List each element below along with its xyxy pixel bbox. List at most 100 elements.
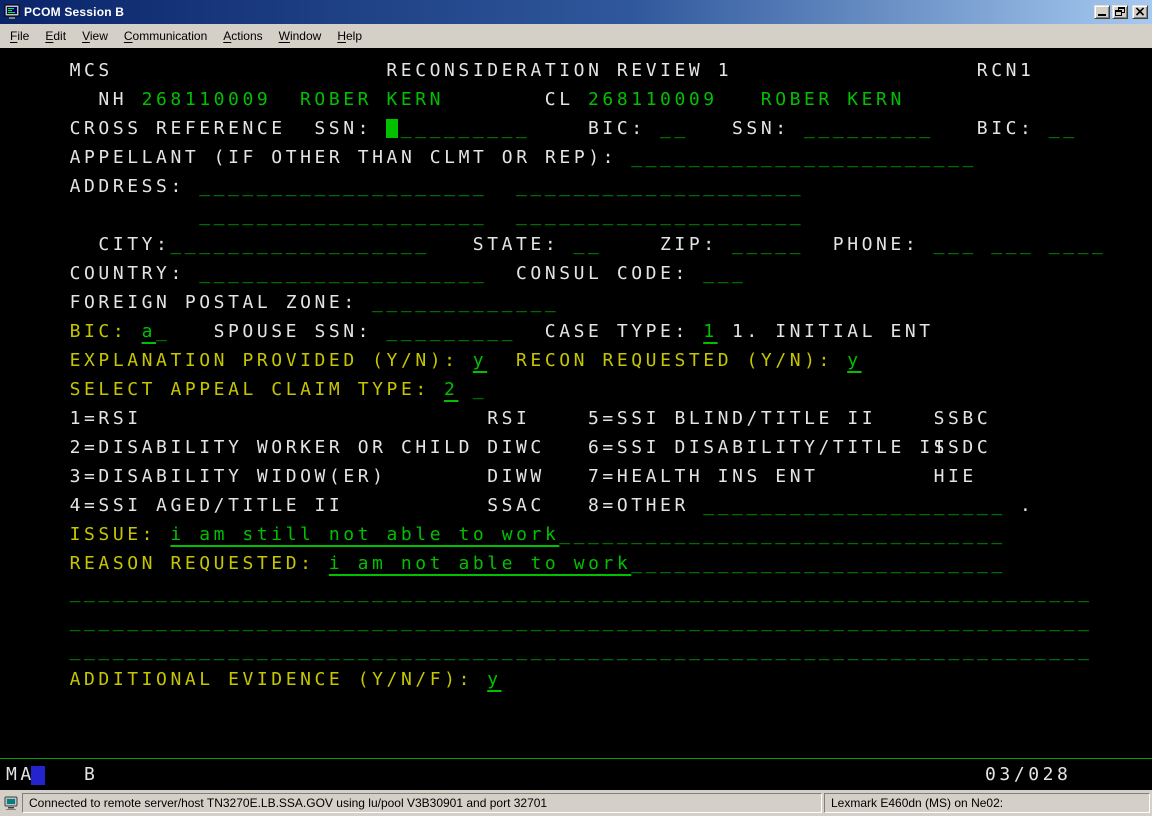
label-state: STATE: bbox=[473, 230, 559, 259]
label-address: ADDRESS: bbox=[70, 172, 185, 201]
code-hie: HIE bbox=[934, 462, 977, 491]
field-address-line1a[interactable]: ____________________ bbox=[199, 172, 487, 201]
field-explanation-provided[interactable]: y bbox=[473, 346, 487, 375]
field-appeal-claim-type-2[interactable]: _ bbox=[473, 375, 487, 404]
field-reason-line2[interactable]: ________________________________________… bbox=[70, 578, 1093, 607]
option-8-other: 8=OTHER bbox=[588, 491, 689, 520]
field-reason-line4[interactable]: ________________________________________… bbox=[70, 636, 1093, 665]
field-appellant[interactable]: ________________________ bbox=[631, 143, 977, 172]
option-6-ssi-disability: 6=SSI DISABILITY/TITLE II bbox=[588, 433, 948, 462]
field-xref-bic-2[interactable]: __ bbox=[1049, 114, 1078, 143]
minimize-button[interactable] bbox=[1094, 5, 1110, 19]
field-phone-number[interactable]: ____ bbox=[1049, 230, 1107, 259]
field-other[interactable]: _____________________ bbox=[703, 491, 1006, 520]
field-foreign-postal-zone[interactable]: _____________ bbox=[372, 288, 559, 317]
label-country: COUNTRY: bbox=[70, 259, 185, 288]
field-address-line2b[interactable]: ____________________ bbox=[516, 201, 804, 230]
printer-status-text: Lexmark E460dn (MS) on Ne02: bbox=[831, 796, 1003, 810]
code-ssbc: SSBC bbox=[934, 404, 992, 433]
field-address-line2a[interactable]: ____________________ bbox=[199, 201, 487, 230]
field-appeal-claim-type[interactable]: 2 bbox=[444, 375, 458, 404]
window-controls: × bbox=[1094, 5, 1148, 19]
field-issue-value[interactable]: i am still not able to work bbox=[170, 520, 559, 549]
code-ssdc: SSDC bbox=[934, 433, 992, 462]
field-reason-value[interactable]: i am not able to work bbox=[329, 549, 632, 578]
close-icon: × bbox=[1134, 6, 1146, 18]
field-zip[interactable]: _____ bbox=[732, 230, 804, 259]
field-xref-ssn-1[interactable]: _________ bbox=[401, 114, 531, 143]
label-case-type: CASE TYPE: bbox=[545, 317, 689, 346]
option-3-disability-widow: 3=DISABILITY WIDOW(ER) bbox=[70, 462, 387, 491]
option-2-disability-worker: 2=DISABILITY WORKER OR CHILD bbox=[70, 433, 473, 462]
field-state[interactable]: __ bbox=[574, 230, 603, 259]
field-xref-bic-1[interactable]: __ bbox=[660, 114, 689, 143]
menu-item-view[interactable]: View bbox=[74, 25, 116, 47]
label-cross-reference: CROSS REFERENCE bbox=[70, 114, 286, 143]
printer-status-panel: Lexmark E460dn (MS) on Ne02: bbox=[824, 793, 1150, 813]
menu-bar: FileEditViewCommunicationActionsWindowHe… bbox=[0, 24, 1152, 48]
field-phone-area[interactable]: ___ bbox=[934, 230, 977, 259]
oia-separator bbox=[0, 758, 1152, 759]
menu-item-edit[interactable]: Edit bbox=[37, 25, 74, 47]
screen-code: RCN1 bbox=[977, 56, 1035, 85]
label-xref-bic-1: BIC: bbox=[588, 114, 646, 143]
menu-item-file[interactable]: File bbox=[2, 25, 37, 47]
label-explanation-provided: EXPLANATION PROVIDED (Y/N): bbox=[70, 346, 459, 375]
label-xref-ssn-2: SSN: bbox=[732, 114, 790, 143]
label-recon-requested: RECON REQUESTED (Y/N): bbox=[516, 346, 833, 375]
connection-status-icon bbox=[2, 793, 20, 813]
field-issue-rest[interactable]: _______________________________ bbox=[559, 520, 1006, 549]
close-button[interactable]: × bbox=[1132, 5, 1148, 19]
field-bic[interactable]: _ bbox=[156, 317, 170, 346]
field-reason-rest[interactable]: __________________________ bbox=[631, 549, 1006, 578]
label-city: CITY: bbox=[98, 230, 170, 259]
label-phone: PHONE: bbox=[833, 230, 919, 259]
window-title: PCOM Session B bbox=[24, 5, 1090, 19]
code-diwc: DIWC bbox=[487, 433, 545, 462]
option-5-ssi-blind: 5=SSI BLIND/TITLE II bbox=[588, 404, 876, 433]
mini-monitor-icon bbox=[3, 795, 19, 811]
code-ssac: SSAC bbox=[487, 491, 545, 520]
label-nh: NH bbox=[98, 85, 127, 114]
minimize-icon bbox=[1098, 14, 1106, 16]
menu-item-window[interactable]: Window bbox=[271, 25, 330, 47]
field-country[interactable]: ____________________ bbox=[199, 259, 487, 288]
oia-session-letter: B bbox=[84, 761, 98, 789]
terminal-monitor-icon bbox=[4, 4, 20, 20]
text-period: . bbox=[1020, 491, 1034, 520]
label-spouse-ssn: SPOUSE SSN: bbox=[214, 317, 372, 346]
menu-item-actions[interactable]: Actions bbox=[215, 25, 270, 47]
option-7-health-ins: 7=HEALTH INS ENT bbox=[588, 462, 819, 491]
value-nh-name: ROBER KERN bbox=[300, 85, 444, 114]
restore-button[interactable] bbox=[1112, 5, 1128, 19]
field-xref-ssn-2[interactable]: _________ bbox=[804, 114, 934, 143]
option-1-rsi: 1=RSI bbox=[70, 404, 142, 433]
code-rsi: RSI bbox=[487, 404, 530, 433]
field-case-type-value[interactable]: 1 bbox=[703, 317, 717, 346]
field-additional-evidence[interactable]: y bbox=[487, 665, 501, 694]
field-city[interactable]: __________________ bbox=[170, 230, 429, 259]
connection-status-panel: Connected to remote server/host TN3270E.… bbox=[22, 793, 822, 813]
text-case-type-desc: 1. INITIAL ENT bbox=[732, 317, 934, 346]
screen-title: RECONSIDERATION REVIEW 1 bbox=[386, 56, 732, 85]
menu-item-communication[interactable]: Communication bbox=[116, 25, 215, 47]
terminal-screen[interactable]: MA B 03/028 MCSRECONSIDERATION REVIEW 1R… bbox=[0, 48, 1152, 790]
value-cl-name: ROBER KERN bbox=[761, 85, 905, 114]
screen-id: MCS bbox=[70, 56, 113, 85]
field-reason-line3[interactable]: ________________________________________… bbox=[70, 607, 1093, 636]
label-cl: CL bbox=[545, 85, 574, 114]
label-bic: BIC: bbox=[70, 317, 128, 346]
field-phone-prefix[interactable]: ___ bbox=[991, 230, 1034, 259]
pcomm-app-icon[interactable] bbox=[4, 4, 20, 20]
field-consul-code[interactable]: ___ bbox=[703, 259, 746, 288]
field-bic-value[interactable]: a bbox=[142, 317, 156, 346]
field-recon-requested[interactable]: y bbox=[847, 346, 861, 375]
terminal-cursor[interactable] bbox=[386, 119, 398, 138]
menu-item-help[interactable]: Help bbox=[329, 25, 370, 47]
oia-cursor-position: 03/028 bbox=[985, 761, 1071, 789]
field-spouse-ssn[interactable]: _________ bbox=[386, 317, 516, 346]
code-diww: DIWW bbox=[487, 462, 545, 491]
field-address-line1b[interactable]: ____________________ bbox=[516, 172, 804, 201]
option-4-ssi-aged: 4=SSI AGED/TITLE II bbox=[70, 491, 344, 520]
title-bar[interactable]: PCOM Session B × bbox=[0, 0, 1152, 24]
